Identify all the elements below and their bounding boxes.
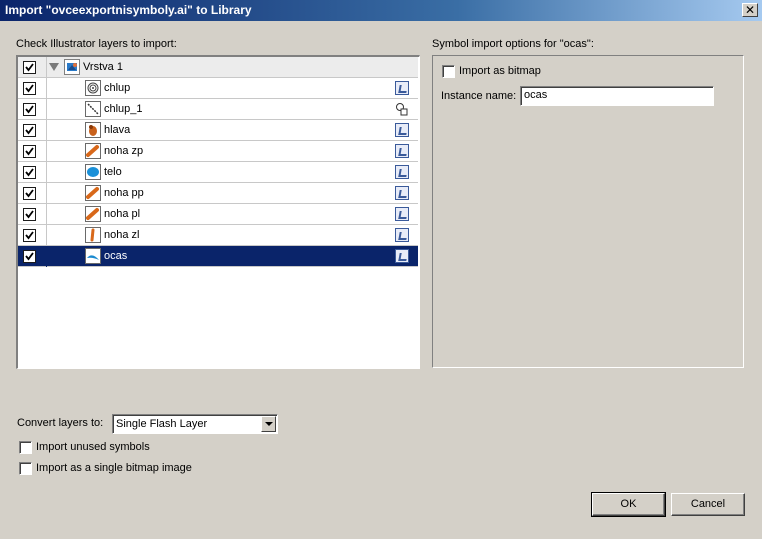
convert-layers-select[interactable]: Single Flash Layer: [112, 414, 278, 434]
graphic-symbol-icon[interactable]: [395, 186, 409, 200]
layer-row[interactable]: hlava: [18, 120, 418, 141]
layer-row[interactable]: noha pp: [18, 183, 418, 204]
graphic-symbol-icon[interactable]: [395, 228, 409, 242]
body-thumbnail-icon: [85, 164, 101, 180]
leg-thumbnail-icon: [85, 185, 101, 201]
tree-divider: [46, 141, 47, 162]
layer-checkbox[interactable]: [23, 208, 36, 221]
tree-divider: [46, 183, 47, 204]
movie-clip-symbol-icon[interactable]: [395, 102, 409, 116]
layer-name-parent: Vrstva 1: [83, 61, 123, 73]
close-button[interactable]: ✕: [742, 3, 758, 17]
import-single-bitmap-label: Import as a single bitmap image: [36, 462, 192, 474]
instance-name-value: ocas: [524, 89, 548, 101]
layer-checkbox[interactable]: [23, 103, 36, 116]
graphic-symbol-icon[interactable]: [395, 207, 409, 221]
layer-row[interactable]: ocas: [18, 246, 418, 267]
layer-checkbox[interactable]: [23, 229, 36, 242]
chevron-down-icon[interactable]: [261, 416, 276, 432]
tree-divider: [46, 246, 47, 267]
import-unused-symbols-checkbox[interactable]: [19, 441, 32, 454]
layer-name: noha pl: [104, 208, 141, 220]
tree-divider: [46, 120, 47, 141]
import-unused-symbols-label: Import unused symbols: [36, 441, 150, 453]
layer-row[interactable]: chlup_1: [18, 99, 418, 120]
leg-small-thumbnail-icon: [85, 227, 101, 243]
convert-layers-label: Convert layers to:: [17, 417, 104, 429]
graphic-symbol-icon[interactable]: [395, 144, 409, 158]
expand-triangle-icon[interactable]: [49, 63, 59, 71]
layer-checkbox[interactable]: [23, 145, 36, 158]
close-icon: ✕: [744, 3, 756, 17]
layer-name: ocas: [104, 250, 128, 262]
leg-thumbnail-icon: [85, 206, 101, 222]
graphic-symbol-icon[interactable]: [395, 81, 409, 95]
import-single-bitmap-checkbox[interactable]: [19, 462, 32, 475]
layer-row[interactable]: chlup: [18, 78, 418, 99]
tree-divider: [46, 225, 47, 246]
layer-row[interactable]: telo: [18, 162, 418, 183]
layer-row-parent[interactable]: Vrstva 1: [18, 57, 418, 78]
graphic-symbol-icon[interactable]: [395, 165, 409, 179]
tree-divider: [46, 99, 47, 120]
layer-row[interactable]: noha zl: [18, 225, 418, 246]
tree-divider: [46, 204, 47, 225]
layer-checkbox-parent[interactable]: [23, 61, 36, 74]
layer-name: chlup: [104, 82, 131, 94]
convert-layers-value: Single Flash Layer: [116, 418, 208, 430]
options-heading: Symbol import options for "ocas":: [432, 38, 594, 50]
layer-name: chlup_1: [104, 103, 143, 115]
layer-name: noha pp: [104, 187, 144, 199]
tree-divider: [46, 162, 47, 183]
graphic-symbol-icon[interactable]: [395, 123, 409, 137]
layer-checkbox[interactable]: [23, 82, 36, 95]
import-bitmap-label: Import as bitmap: [459, 65, 541, 77]
layer-tree[interactable]: Vrstva 1 chlup chlup_1hlava noha zp telo noh…: [16, 55, 420, 369]
cancel-button[interactable]: Cancel: [671, 493, 745, 516]
layer-name: telo: [104, 166, 122, 178]
layer-checkbox[interactable]: [23, 124, 36, 137]
ok-button[interactable]: OK: [591, 492, 666, 517]
window-titlebar: Import "ovceexportnisymboly.ai" to Libra…: [0, 0, 762, 21]
layer-name: noha zl: [104, 229, 140, 241]
line-thumbnail-icon: [85, 101, 101, 117]
window-title: Import "ovceexportnisymboly.ai" to Libra…: [5, 3, 252, 17]
symbol-options-panel: Import as bitmap Instance name: ocas: [432, 55, 744, 368]
layer-name: noha zp: [104, 145, 144, 157]
layers-heading: Check Illustrator layers to import:: [16, 38, 177, 50]
instance-name-field[interactable]: ocas: [520, 86, 714, 106]
head-thumbnail-icon: [85, 122, 101, 138]
tail-thumbnail-icon: [85, 248, 101, 264]
instance-name-label: Instance name:: [441, 90, 517, 102]
graphic-symbol-icon[interactable]: [395, 249, 409, 263]
layer-row[interactable]: noha pl: [18, 204, 418, 225]
tree-divider: [46, 78, 47, 99]
layer-row[interactable]: noha zp: [18, 141, 418, 162]
spiral-thumbnail-icon: [85, 80, 101, 96]
layer-checkbox[interactable]: [23, 166, 36, 179]
layer-thumbnail-icon: [64, 59, 80, 75]
tree-divider: [46, 57, 47, 78]
leg-thumbnail-icon: [85, 143, 101, 159]
layer-checkbox[interactable]: [23, 250, 36, 263]
layer-name: hlava: [104, 124, 131, 136]
layer-checkbox[interactable]: [23, 187, 36, 200]
import-bitmap-checkbox[interactable]: [442, 65, 455, 78]
